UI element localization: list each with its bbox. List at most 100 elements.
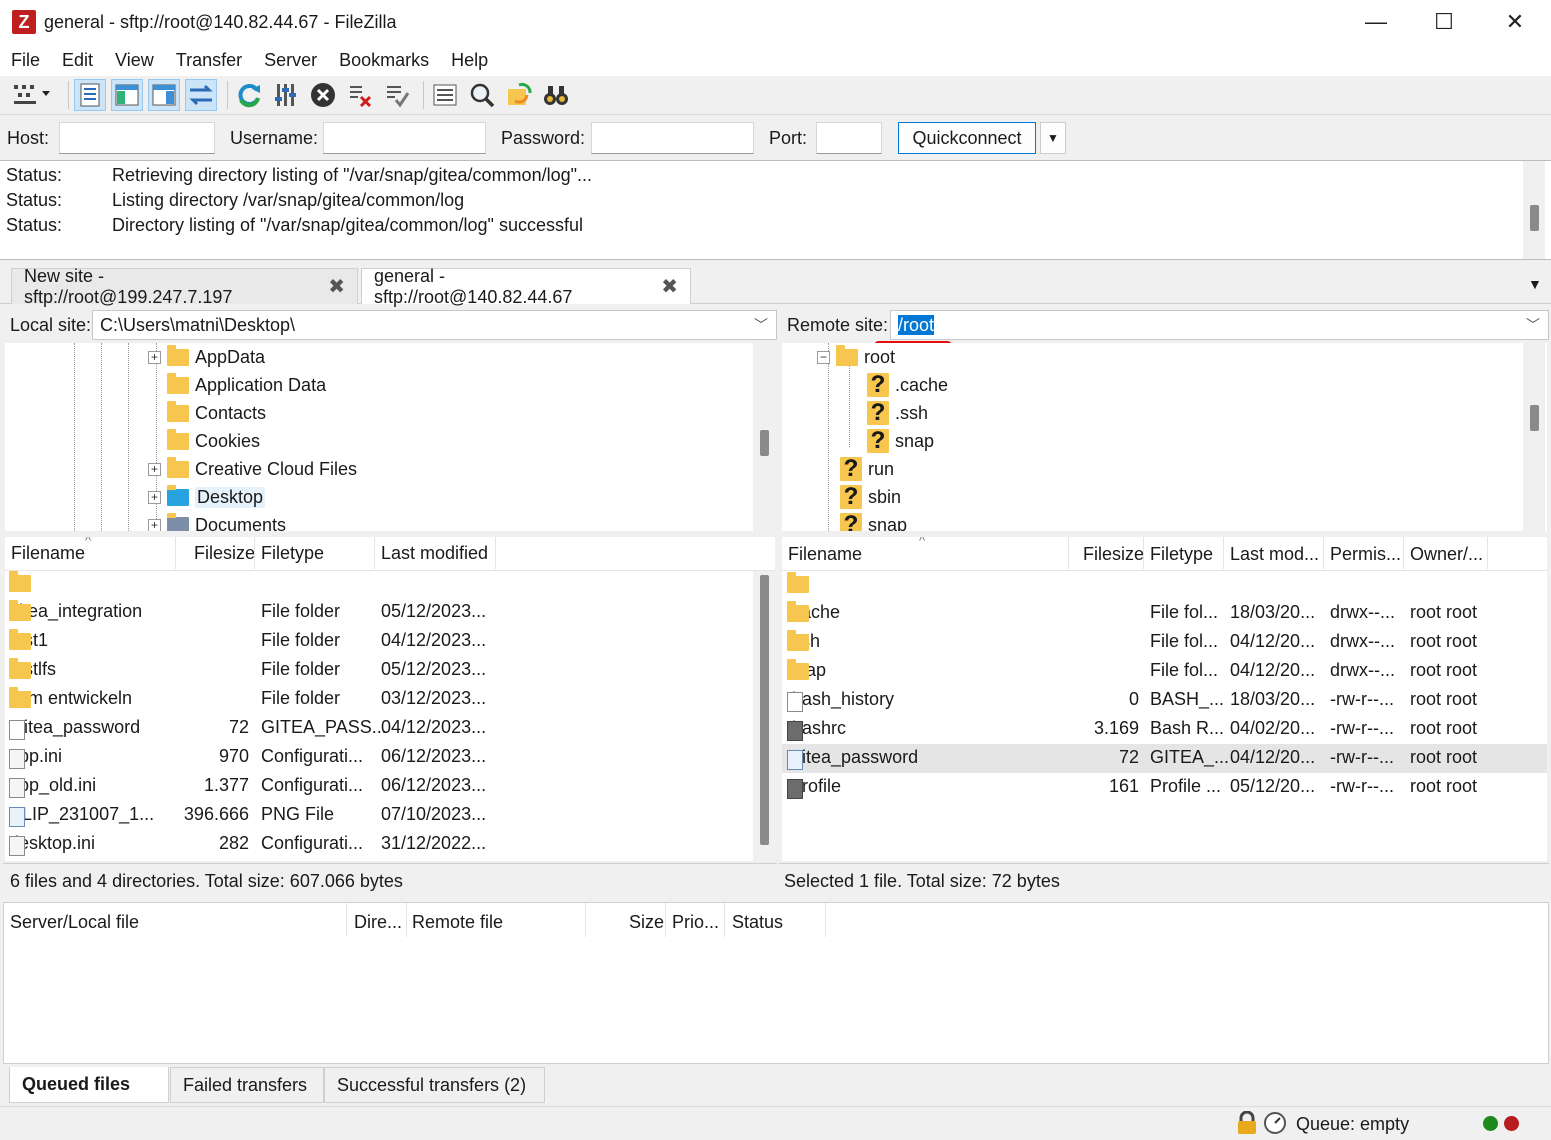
tree-item[interactable]: Application Data [167, 371, 326, 399]
queue-column-size[interactable]: Size [629, 912, 664, 933]
file-row[interactable]: test1File folder04/12/2023... [5, 627, 775, 656]
local-tree-scrollbar[interactable] [753, 343, 775, 531]
queue-column-remote-file[interactable]: Remote file [412, 912, 503, 933]
toggle-transfer-queue-button[interactable] [185, 79, 217, 111]
tree-item[interactable]: +Documents [148, 511, 286, 531]
queue-column-status[interactable]: Status [732, 912, 783, 933]
local-path-combo[interactable]: C:\Users\matni\Desktop\ ﹀ [92, 310, 777, 340]
refresh-icon[interactable] [233, 79, 265, 111]
file-row[interactable]: .. [782, 570, 1547, 599]
quickconnect-button[interactable]: Quickconnect [898, 122, 1036, 154]
speed-limit-icon[interactable] [1263, 1111, 1287, 1140]
column-last-modified[interactable]: Last modified [381, 543, 488, 564]
tree-item[interactable]: ?.ssh [867, 399, 928, 427]
column-filename[interactable]: Filename [11, 543, 85, 564]
tree-item[interactable]: +AppData [148, 343, 265, 371]
directory-comparison-icon[interactable] [466, 79, 498, 111]
file-row[interactable]: zum entwickelnFile folder03/12/2023... [5, 685, 775, 714]
cancel-operation-icon[interactable] [307, 79, 339, 111]
tree-item[interactable]: −root [817, 343, 895, 371]
column-filename[interactable]: Filename [788, 544, 862, 565]
disconnect-icon[interactable] [344, 79, 376, 111]
toggle-message-log-button[interactable] [74, 79, 106, 111]
file-row[interactable]: .. [5, 569, 775, 598]
minimize-button[interactable]: — [1341, 0, 1411, 44]
host-input[interactable] [59, 122, 215, 154]
toggle-local-tree-button[interactable] [111, 79, 143, 111]
expand-icon[interactable]: + [148, 463, 161, 476]
tab-failed-transfers[interactable]: Failed transfers [170, 1067, 324, 1103]
filter-settings-icon[interactable] [270, 79, 302, 111]
tab-new-site[interactable]: New site - sftp://root@199.247.7.197 ✖ [11, 268, 358, 304]
remote-path-value[interactable]: /root [898, 315, 934, 335]
port-input[interactable] [816, 122, 882, 154]
tree-item[interactable]: +Desktop [148, 483, 265, 511]
column-filetype[interactable]: Filetype [261, 543, 324, 564]
maximize-button[interactable]: ☐ [1409, 0, 1479, 44]
password-input[interactable] [591, 122, 754, 154]
file-row[interactable]: .sshFile fol...04/12/20...drwx--...root … [782, 628, 1547, 657]
close-button[interactable]: ✕ [1480, 0, 1550, 44]
file-row[interactable]: CLIP_231007_1...396.666PNG File07/10/202… [5, 801, 775, 830]
menu-transfer[interactable]: Transfer [165, 44, 253, 76]
expand-icon[interactable]: + [148, 351, 161, 364]
tree-item[interactable]: ?run [840, 455, 894, 483]
username-input[interactable] [323, 122, 486, 154]
tree-item[interactable]: Contacts [167, 399, 266, 427]
tree-item[interactable]: +Creative Cloud Files [148, 455, 357, 483]
expand-icon[interactable]: + [148, 519, 161, 532]
file-row[interactable]: desktop.ini282Configurati...31/12/2022..… [5, 830, 775, 859]
log-scrollbar[interactable] [1523, 161, 1545, 259]
menu-server[interactable]: Server [253, 44, 328, 76]
expand-icon[interactable]: + [148, 491, 161, 504]
menu-bookmarks[interactable]: Bookmarks [328, 44, 440, 76]
remote-path-combo[interactable]: /root ﹀ [890, 310, 1549, 340]
column-last-modified[interactable]: Last mod... [1230, 544, 1319, 565]
column-permissions[interactable]: Permis... [1330, 544, 1401, 565]
reconnect-icon[interactable] [381, 79, 413, 111]
tab-list-dropdown-icon[interactable]: ▼ [1528, 276, 1542, 292]
file-row[interactable]: .gitea_password72GITEA_...04/12/20...-rw… [782, 744, 1547, 773]
file-row[interactable]: .cacheFile fol...18/03/20...drwx--...roo… [782, 599, 1547, 628]
collapse-icon[interactable]: − [817, 351, 830, 364]
tree-item[interactable]: ?snap [840, 511, 907, 531]
tree-item[interactable]: Cookies [167, 427, 260, 455]
chevron-down-icon[interactable]: ﹀ [1526, 311, 1540, 339]
tab-general[interactable]: general - sftp://root@140.82.44.67 ✖ [361, 268, 691, 304]
queue-column-direction[interactable]: Dire... [354, 912, 402, 933]
tree-item[interactable]: ?snap [867, 427, 934, 455]
directory-listing-filters-icon[interactable] [429, 79, 461, 111]
close-tab-icon[interactable]: ✖ [328, 274, 345, 299]
menu-file[interactable]: File [0, 44, 51, 76]
column-owner[interactable]: Owner/... [1410, 544, 1483, 565]
menu-edit[interactable]: Edit [51, 44, 104, 76]
column-filesize[interactable]: Filesize [194, 543, 255, 564]
queue-column-server-local-file[interactable]: Server/Local file [10, 912, 139, 933]
file-row[interactable]: app.ini970Configurati...06/12/2023... [5, 743, 775, 772]
local-files-scrollbar[interactable] [753, 571, 775, 861]
tab-queued-files[interactable]: Queued files [9, 1067, 169, 1103]
file-row[interactable]: .gitea_password72GITEA_PASS...04/12/2023… [5, 714, 775, 743]
chevron-down-icon[interactable]: ﹀ [754, 311, 768, 339]
column-filetype[interactable]: Filetype [1150, 544, 1213, 565]
close-tab-icon[interactable]: ✖ [661, 274, 678, 299]
file-row[interactable]: .bash_history0BASH_...18/03/20...-rw-r--… [782, 686, 1547, 715]
menu-help[interactable]: Help [440, 44, 499, 76]
site-manager-button[interactable] [6, 79, 58, 111]
column-filesize[interactable]: Filesize [1083, 544, 1144, 565]
tab-successful-transfers[interactable]: Successful transfers (2) [324, 1067, 545, 1103]
menu-view[interactable]: View [104, 44, 165, 76]
quickconnect-history-dropdown[interactable]: ▼ [1040, 122, 1066, 154]
remote-tree-scrollbar[interactable] [1523, 343, 1545, 531]
file-row[interactable]: testlfsFile folder05/12/2023... [5, 656, 775, 685]
toggle-remote-tree-button[interactable] [148, 79, 180, 111]
tree-item[interactable]: ?.cache [867, 371, 948, 399]
file-row[interactable]: .bashrc3.169Bash R...04/02/20...-rw-r--.… [782, 715, 1547, 744]
file-row[interactable]: gitea_integrationFile folder05/12/2023..… [5, 598, 775, 627]
file-row[interactable]: app_old.ini1.377Configurati...06/12/2023… [5, 772, 775, 801]
synchronized-browsing-icon[interactable] [503, 79, 535, 111]
tree-item[interactable]: ?sbin [840, 483, 901, 511]
queue-column-priority[interactable]: Prio... [672, 912, 719, 933]
file-row[interactable]: snapFile fol...04/12/20...drwx--...root … [782, 657, 1547, 686]
file-row[interactable]: .profile161Profile ...05/12/20...-rw-r--… [782, 773, 1547, 802]
